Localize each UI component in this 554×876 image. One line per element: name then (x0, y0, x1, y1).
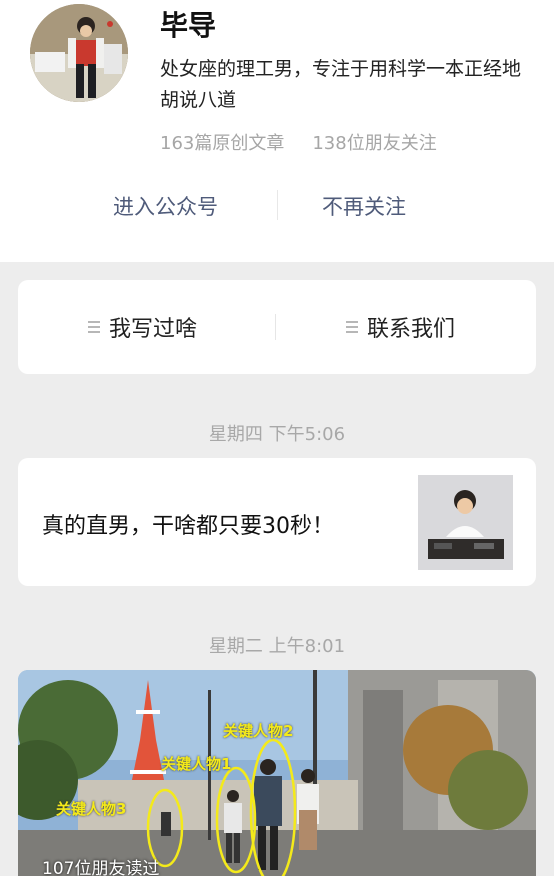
menu-item-what-i-wrote[interactable]: 我写过啥 (88, 280, 197, 374)
message-timestamp: 星期四 下午5:06 (208, 424, 346, 445)
menu-lines-icon (88, 318, 100, 336)
article-thumbnail (418, 475, 513, 570)
message-timestamp: 星期二 上午8:01 (208, 636, 346, 657)
profile-header: 毕导 处女座的理工男，专注于用科学一本正经地胡说八道 163篇原创文章 138位朋… (0, 0, 554, 262)
menu-lines-icon (346, 318, 358, 336)
key-person-tag: 关键人物1 (161, 755, 232, 773)
menu-item-label: 联系我们 (367, 317, 456, 342)
video-frame (18, 670, 536, 876)
profile-actions: 进入公众号 不再关注 (0, 186, 554, 226)
key-person-tag: 关键人物3 (56, 800, 127, 818)
read-count: 107位朋友读过 (42, 859, 160, 876)
divider (277, 190, 278, 220)
account-stats: 163篇原创文章 138位朋友关注 (160, 129, 437, 155)
article-count: 163篇原创文章 (160, 133, 285, 154)
menu-item-label: 我写过啥 (109, 317, 198, 342)
key-person-tag: 关键人物2 (223, 722, 294, 740)
article-title: 真的直男，干啥都只要30秒！ (42, 514, 334, 539)
video-card[interactable]: 关键人物3 关键人物1 关键人物2 107位朋友读过 (18, 670, 536, 876)
enter-account-button[interactable]: 进入公众号 (113, 191, 218, 221)
divider (275, 314, 276, 340)
account-menu: 我写过啥 联系我们 (18, 280, 536, 374)
account-name: 毕导 (160, 9, 217, 42)
article-card[interactable]: 真的直男，干啥都只要30秒！ (18, 458, 536, 586)
follower-count: 138位朋友关注 (312, 133, 437, 154)
unfollow-button[interactable]: 不再关注 (322, 191, 406, 221)
avatar[interactable] (30, 4, 128, 102)
menu-item-contact-us[interactable]: 联系我们 (346, 280, 455, 374)
account-bio: 处女座的理工男，专注于用科学一本正经地胡说八道 (160, 58, 522, 111)
